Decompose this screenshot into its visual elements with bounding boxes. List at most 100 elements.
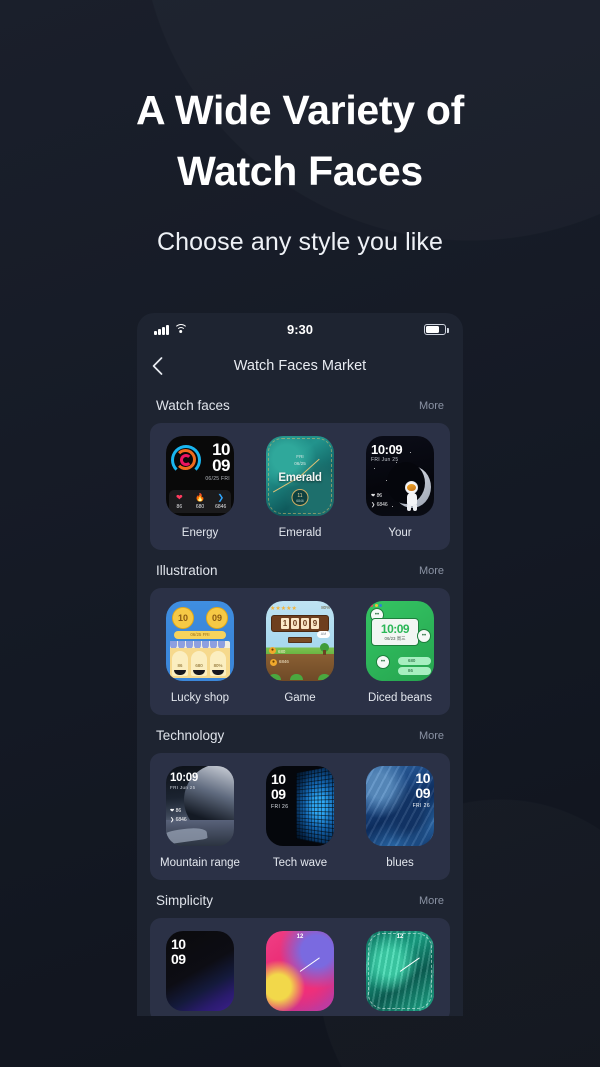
watch-face-tile-energy[interactable]: 10 09 06/25 FRI ❤ 86 🔥 680 ❯ 6846 Energy [156,436,244,539]
face-stat-value: 680 [195,503,205,510]
section-title: Simplicity [156,893,214,908]
nav-bar: Watch Faces Market [137,346,463,385]
face-stat: 86 [398,667,431,675]
badge-sub: 6846 [296,498,304,503]
face-hour: 10 [415,770,430,786]
face-time-digit: 9 [311,618,319,629]
watch-face-preview-energy: 10 09 06/25 FRI ❤ 86 🔥 680 ❯ 6846 [166,436,234,516]
clock-hand [299,957,321,973]
face-stat: 🔥 680 [190,490,211,513]
face-hour: 10 [271,771,286,787]
face-hour-marker: 12 [296,934,304,940]
watch-face-tile-blues[interactable]: 10 09 FRI 26 blues [356,766,444,869]
face-hour: 10 [171,936,186,952]
phone-mockup: 9:30 Watch Faces Market Watch faces More [137,313,463,1016]
face-complication-badge: 11 6846 [291,489,309,506]
watch-face-tile-mountain-range[interactable]: 10:09 FRI Jun 25 ❤ 86 ❯ 6846 Mountain ra… [156,766,244,869]
grid-pattern [296,766,334,846]
face-stat: ❯ 6846 [371,502,388,508]
watch-face-preview-simplicity-2: 12 [266,931,334,1011]
watch-face-preview-emerald: FRI 06/25 Emerald 11 6846 [266,436,334,516]
face-stat-value: 86 [176,503,183,510]
face-minute: 09 [171,951,186,967]
promo-page: A Wide Variety of Watch Faces Choose any… [0,0,600,1067]
cloud-icon: AM [317,631,330,638]
watch-face-tile-lucky-shop[interactable]: 10 09 06/25 FRI 86 680 80% Lucky shop [156,601,244,704]
watch-face-tile-simplicity-2[interactable]: 12 [256,931,344,1011]
watch-face-preview-mountain-range: 10:09 FRI Jun 25 ❤ 86 ❯ 6846 [166,766,234,846]
watch-face-tile-diced-beans[interactable]: •• 10:09 06/23 周三 •• •• 680 86 Diced bea… [356,601,444,704]
watch-face-name: Game [284,692,316,704]
face-stats-bar: ❤ 86 🔥 680 ❯ 6846 [169,490,231,513]
nav-title: Watch Faces Market [233,357,367,374]
face-stat-value: 6846 [215,503,227,510]
face-minute: 09 [212,456,230,475]
heart-icon: ❤ [371,493,376,499]
face-minute: 09 [271,786,286,802]
watch-face-name: Tech wave [272,857,328,869]
section-title: Illustration [156,563,218,578]
watch-face-name: Mountain range [160,857,240,869]
section-title: Technology [156,728,225,743]
wifi-icon [173,324,188,335]
face-stat-value: 680 [195,663,203,668]
emoji-face-icon: •• [376,655,390,669]
watch-face-tile-simplicity-3[interactable]: 12 [356,931,444,1011]
astronaut-icon [403,481,420,511]
activity-rings-icon [171,445,201,475]
face-hour-marker: 12 [396,934,404,940]
face-time-digit: 1 [281,618,289,629]
face-stat-value: 6846 [376,502,388,508]
section-card-technology: 10:09 FRI Jun 25 ❤ 86 ❯ 6846 Mountain ra… [150,753,450,880]
section-card-illustration: 10 09 06/25 FRI 86 680 80% Lucky shop ★★… [150,588,450,715]
section-header-technology: Technology More [137,715,463,753]
watch-face-preview-game: ★★★★★ 80% 1 0 0 9 AM ● 680 ● 6846 [266,601,334,681]
section-card-simplicity: 10 09 12 12 [150,918,450,1016]
chevron-left-icon [152,356,162,375]
watch-face-tile-emerald[interactable]: FRI 06/25 Emerald 11 6846 Emerald [256,436,344,539]
face-date: FRI 26 [412,803,430,809]
page-title: A Wide Variety of Watch Faces [0,80,600,202]
face-date: FRI Jun 25 [170,785,196,790]
section-more-link[interactable]: More [419,895,444,907]
face-date: 06/23 周三 [384,636,406,641]
face-time: 10:09 [371,442,403,457]
face-stat: 680 [398,657,431,665]
hero-section: A Wide Variety of Watch Faces Choose any… [0,0,600,257]
face-stat-value: 80% [213,663,223,668]
face-time: 1 0 0 9 [271,615,329,632]
watch-face-tile-simplicity-1[interactable]: 10 09 [156,931,244,1011]
face-day: FRI [296,454,304,459]
face-time-digit: 0 [301,618,309,629]
face-stat: ❤ 86 [371,493,382,499]
face-stat-value: 680 [278,649,286,654]
face-hour-coin: 10 [172,607,194,629]
face-stat: ❤ 86 [170,808,181,814]
face-date: 06/25 [294,461,306,466]
market-scroll-area[interactable]: Watch faces More 10 09 06/25 FRI ❤ 86 🔥 … [137,385,463,1016]
back-button[interactable] [137,346,177,385]
face-time-digit: 0 [291,618,299,629]
face-battery-pct: 80% [321,605,330,610]
watch-face-tile-your[interactable]: 10:09 FRI Jun 25 ❤ 86 ❯ 6846 Your [356,436,444,539]
status-bar: 9:30 [137,313,463,346]
stars-icon: ★★★★★ [270,606,297,612]
battery-icon [424,324,449,335]
watch-face-name: Your [388,527,412,539]
watch-face-preview-blues: 10 09 FRI 26 [366,766,434,846]
face-time: 10:09 [380,622,410,636]
face-time: 10:09 [170,772,198,784]
face-label: Emerald [278,472,322,484]
flame-icon: 🔥 [195,492,205,502]
watch-face-tile-game[interactable]: ★★★★★ 80% 1 0 0 9 AM ● 680 ● 6846 Game [256,601,344,704]
section-more-link[interactable]: More [419,730,444,742]
section-more-link[interactable]: More [419,565,444,577]
section-more-link[interactable]: More [419,400,444,412]
coin-icon: ● [269,647,276,654]
watch-face-tile-tech-wave[interactable]: 10 09 FRI 26 Tech wave [256,766,344,869]
watch-face-preview-your: 10:09 FRI Jun 25 ❤ 86 ❯ 6846 [366,436,434,516]
face-stat-value: 86 [177,663,183,668]
face-date: 06/25 FRI [174,631,226,639]
section-header-simplicity: Simplicity More [137,880,463,918]
face-panel: 10:09 06/23 周三 [371,618,419,646]
